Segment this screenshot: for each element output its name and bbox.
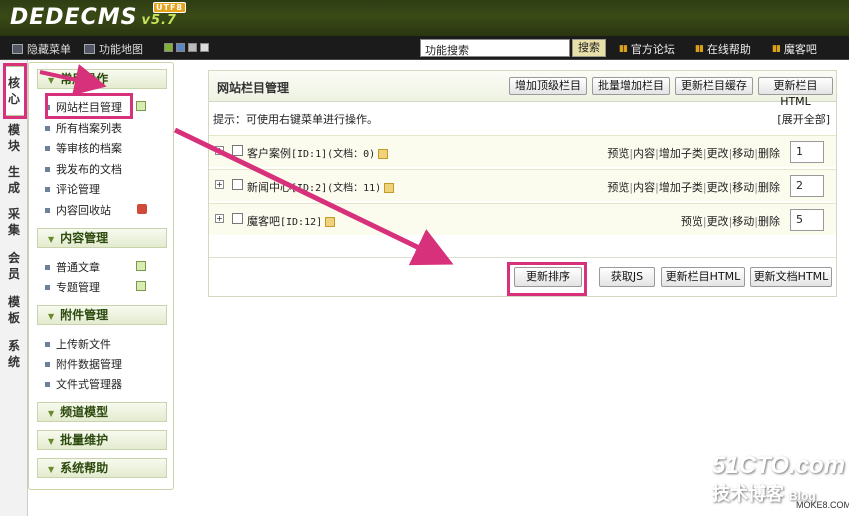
arrow-to-common-ops: [39, 64, 107, 96]
watermark-51cto: 51CTO.com: [712, 452, 845, 479]
arrow-to-update-sort: [173, 127, 454, 266]
watermark-blog-cn: 技术博客: [712, 484, 784, 504]
watermark-moke8: MOKE8.COM: [796, 500, 849, 510]
annotation-arrows: [39, 64, 454, 266]
